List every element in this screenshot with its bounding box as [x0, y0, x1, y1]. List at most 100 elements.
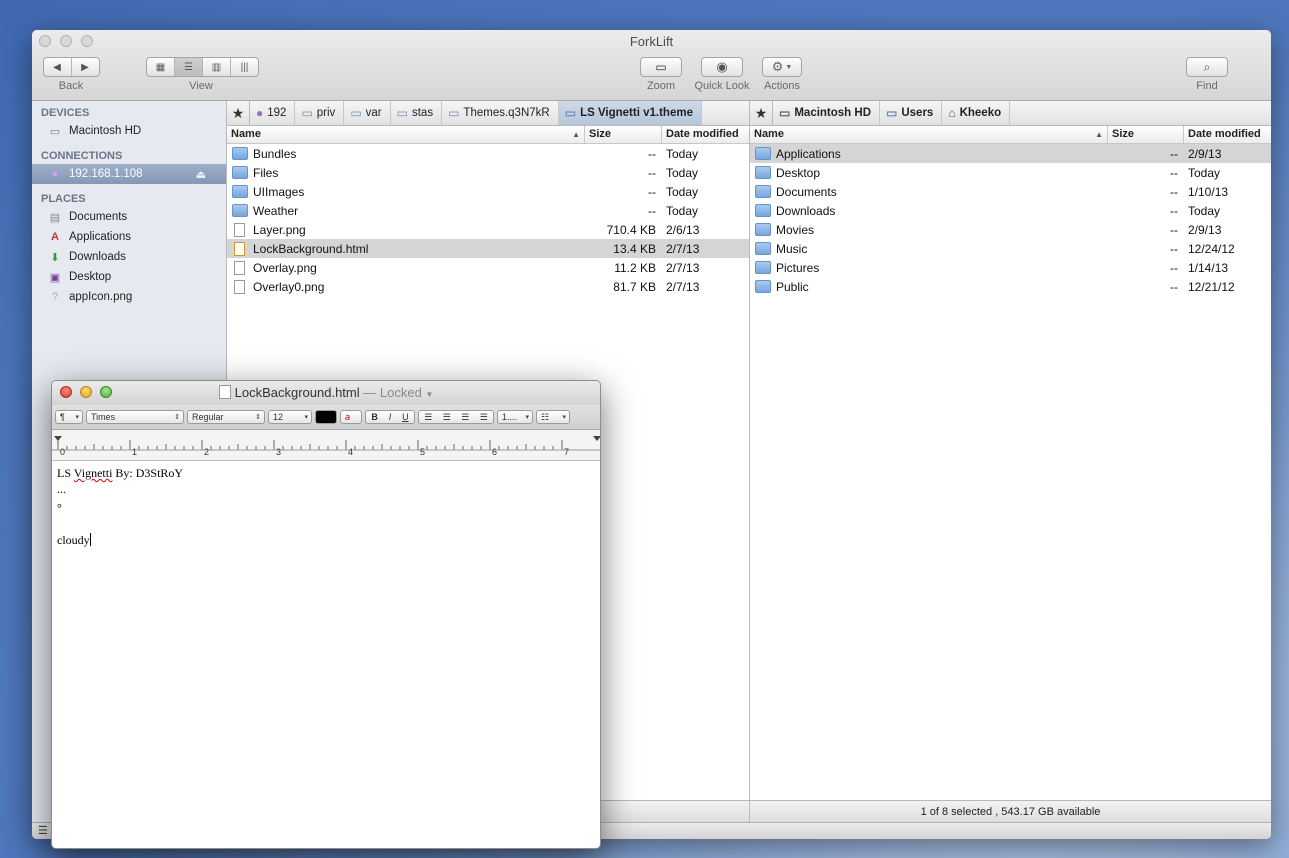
path-crumb-current[interactable]: ▭ LS Vignetti v1.theme: [558, 101, 702, 125]
table-row[interactable]: Bundles -- Today: [227, 144, 749, 163]
bold-button[interactable]: B: [371, 412, 378, 422]
sidebar-item-macintosh-hd[interactable]: ▭ Macintosh HD: [32, 121, 226, 141]
table-row[interactable]: Pictures -- 1/14/13: [750, 258, 1271, 277]
table-row[interactable]: Weather -- Today: [227, 201, 749, 220]
list-view-icon[interactable]: ☰: [175, 58, 203, 76]
favorite-star-icon[interactable]: ★: [750, 101, 773, 125]
table-row[interactable]: Downloads -- Today: [750, 201, 1271, 220]
column-date-header[interactable]: Date modified: [1184, 126, 1271, 143]
path-crumb[interactable]: ▭ Users: [880, 101, 943, 125]
document-body[interactable]: LS Vignetti By: D3StRoY ... ° cloudy: [52, 461, 600, 552]
sidebar-menu-icon[interactable]: ☰: [38, 824, 48, 837]
table-row[interactable]: Overlay0.png 81.7 KB 2/7/13: [227, 277, 749, 296]
table-row[interactable]: Layer.png 710.4 KB 2/6/13: [227, 220, 749, 239]
table-row[interactable]: Files -- Today: [227, 163, 749, 182]
coverflow-view-icon[interactable]: |||: [231, 58, 258, 76]
file-date: 2/7/13: [666, 279, 700, 294]
table-row[interactable]: Public -- 12/21/12: [750, 277, 1271, 296]
quicklook-button[interactable]: ◉: [701, 57, 743, 77]
underline-button[interactable]: U: [402, 412, 409, 422]
path-crumb[interactable]: ▭ Themes.q3N7kR: [442, 101, 559, 125]
line-spacing-popup[interactable]: 1.... ▾: [497, 410, 533, 424]
forward-button[interactable]: ▶: [72, 58, 99, 76]
table-row[interactable]: Music -- 12/24/12: [750, 239, 1271, 258]
font-size-combo[interactable]: 12 ▾: [268, 410, 312, 424]
find-button[interactable]: ⌕: [1186, 57, 1228, 77]
back-button[interactable]: ◀: [44, 58, 72, 76]
table-row[interactable]: Movies -- 2/9/13: [750, 220, 1271, 239]
zoom-button[interactable]: ▭: [640, 57, 682, 77]
find-group: ⌕ Find: [1182, 57, 1232, 92]
actions-button[interactable]: ⚙ ▼: [762, 57, 802, 77]
sidebar-item-appicon[interactable]: ? appIcon.png: [32, 287, 226, 307]
zoom-group: ▭ Zoom: [636, 57, 686, 92]
icon-view-icon[interactable]: ▦: [147, 58, 175, 76]
folder-icon: [232, 185, 248, 198]
locked-status[interactable]: — Locked: [363, 385, 422, 400]
column-date-header[interactable]: Date modified: [662, 126, 749, 143]
ruler[interactable]: 0 1 2 3 4 5 6 7: [52, 430, 600, 461]
back-forward-buttons: ◀ ▶: [42, 57, 100, 77]
column-size-header[interactable]: Size: [1108, 126, 1184, 143]
italic-button[interactable]: I: [389, 412, 392, 422]
textedit-window: LockBackground.html — Locked ▼ ¶ ▾ Times ⇕…: [51, 380, 601, 849]
music-folder-icon: [755, 242, 771, 255]
quicklook-label: Quick Look: [694, 80, 750, 92]
path-crumb[interactable]: ▭ stas: [391, 101, 443, 125]
sidebar-item-desktop[interactable]: ▣ Desktop: [32, 267, 226, 287]
align-left-icon[interactable]: ☰: [424, 412, 432, 423]
window-title: ForkLift: [629, 34, 674, 49]
path-crumb[interactable]: ● 192: [250, 101, 296, 125]
column-name-header[interactable]: Name ▲: [750, 126, 1108, 143]
table-row[interactable]: Desktop -- Today: [750, 163, 1271, 182]
column-view-icon[interactable]: ▥: [203, 58, 231, 76]
back-forward-group: ◀ ▶ Back: [41, 57, 101, 92]
column-name-header[interactable]: Name ▲: [227, 126, 585, 143]
favorite-star-icon[interactable]: ★: [227, 101, 250, 125]
paragraph-style-popup[interactable]: ¶ ▾: [55, 410, 83, 424]
table-row-selected[interactable]: LockBackground.html 13.4 KB 2/7/13: [227, 239, 749, 258]
stepper-icon: ⇕: [255, 414, 261, 421]
path-crumb[interactable]: ▭ Macintosh HD: [773, 101, 881, 125]
chevron-down-icon: ▾: [304, 414, 308, 421]
list-bullets-icon: ☷: [541, 411, 550, 422]
path-crumb[interactable]: ▭ priv: [295, 101, 345, 125]
sidebar-item-documents[interactable]: ▤ Documents: [32, 207, 226, 227]
path-crumb-label: Macintosh HD: [794, 107, 872, 119]
ruler-number: 1: [132, 447, 138, 457]
file-name: Movies: [776, 222, 815, 237]
documents-icon: ▤: [49, 211, 61, 224]
file-size: --: [1170, 146, 1178, 161]
toolbar: ForkLift ◀ ▶ Back ▦ ☰ ▥ ||| View ▭ Zoom …: [32, 30, 1271, 101]
document-line: LS Vignetti By: D3StRoY: [57, 465, 595, 481]
sidebar-item-label: Applications: [69, 231, 132, 243]
file-date: Today: [666, 146, 699, 161]
eject-icon[interactable]: ⏏: [196, 168, 206, 181]
align-center-icon[interactable]: ☰: [443, 412, 451, 423]
zoom-label: Zoom: [646, 80, 676, 92]
sidebar-item-applications[interactable]: A Applications: [32, 227, 226, 247]
table-row[interactable]: UIImages -- Today: [227, 182, 749, 201]
path-crumb[interactable]: ▭ var: [344, 101, 391, 125]
highlight-color-well[interactable]: a: [340, 410, 362, 424]
file-name: Overlay0.png: [253, 279, 325, 294]
align-justify-icon[interactable]: ☰: [480, 412, 488, 423]
sidebar-item-connection[interactable]: ● 192.168.1.108 ⏏: [32, 164, 226, 184]
font-family-popup[interactable]: Times ⇕: [86, 410, 184, 424]
font-style-popup[interactable]: Regular ⇕: [187, 410, 265, 424]
chevron-down-icon[interactable]: ▼: [425, 390, 433, 399]
file-name: Downloads: [776, 203, 836, 218]
sidebar-item-downloads[interactable]: ⬇ Downloads: [32, 247, 226, 267]
file-date: 2/7/13: [666, 241, 700, 256]
table-row-selected[interactable]: Applications -- 2/9/13: [750, 144, 1271, 163]
column-size-header[interactable]: Size: [585, 126, 662, 143]
table-row[interactable]: Documents -- 1/10/13: [750, 182, 1271, 201]
text-color-well[interactable]: [315, 410, 337, 424]
file-size: --: [1170, 165, 1178, 180]
documents-folder-icon: [755, 185, 771, 198]
list-style-popup[interactable]: ☷ ▾: [536, 410, 570, 424]
path-crumb[interactable]: ⌂ Kheeko: [942, 101, 1011, 125]
table-row[interactable]: Overlay.png 11.2 KB 2/7/13: [227, 258, 749, 277]
misspelled-word[interactable]: Vignetti: [74, 466, 113, 480]
align-right-icon[interactable]: ☰: [461, 412, 469, 423]
